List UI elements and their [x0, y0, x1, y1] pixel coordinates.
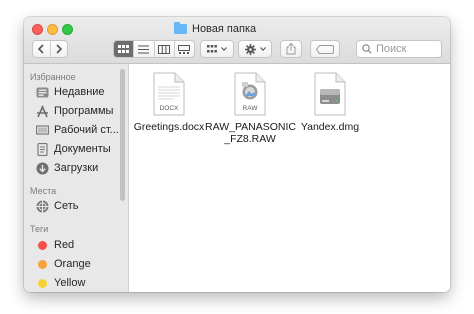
- sidebar-item-label: Документы: [54, 143, 111, 155]
- group-by-button[interactable]: [200, 40, 234, 58]
- group-grid-icon: [207, 44, 217, 52]
- documents-icon: [36, 142, 49, 156]
- finder-window: Новая папка Поиск Избранное Недавние Про…: [24, 17, 450, 292]
- sidebar-item-label: Загрузки: [54, 162, 99, 174]
- file-name: Yandex.dmg: [285, 121, 375, 133]
- network-icon: [36, 200, 49, 213]
- recent-icon: [36, 86, 49, 99]
- grid-icon: [118, 44, 130, 53]
- share-icon: [286, 43, 296, 55]
- sidebar-item-applications[interactable]: Программы: [36, 103, 113, 119]
- document-icon: DOCX: [153, 72, 185, 116]
- sidebar-tag-yellow[interactable]: Yellow: [36, 275, 85, 291]
- red-tag-dot: [38, 240, 47, 250]
- yellow-tag-dot: [38, 278, 47, 288]
- sidebar-item-downloads[interactable]: Загрузки: [36, 160, 98, 176]
- file-browser-content: DOCX Greetings.docx RAW RAW_PANASONIC _F…: [129, 64, 450, 292]
- sidebar-item-label: Недавние: [54, 86, 105, 98]
- window-title-group: Новая папка: [174, 20, 256, 38]
- close-window-button[interactable]: [32, 24, 43, 35]
- disk-image-icon: [314, 72, 346, 116]
- file-item[interactable]: Yandex.dmg: [285, 72, 375, 133]
- file-name-line2: _FZ8.RAW: [224, 133, 276, 145]
- sidebar-item-label: Red: [54, 239, 75, 251]
- sidebar-section-favorites: Избранное: [30, 72, 76, 82]
- zoom-window-button[interactable]: [62, 24, 73, 35]
- share-button[interactable]: [280, 40, 302, 58]
- chevron-left-icon: [38, 44, 44, 54]
- sidebar-item-label: Программы: [54, 105, 114, 117]
- columns-icon: [158, 44, 171, 54]
- minimize-window-button[interactable]: [47, 24, 58, 35]
- sidebar-item-documents[interactable]: Документы: [36, 141, 111, 157]
- gallery-icon: [178, 44, 191, 54]
- search-icon: [362, 44, 372, 54]
- orange-tag-dot: [38, 259, 47, 269]
- forward-button[interactable]: [51, 41, 68, 57]
- desktop-icon: [36, 124, 49, 137]
- sidebar-item-label: Orange: [54, 258, 91, 270]
- file-name: RAW_PANASONIC _FZ8.RAW: [205, 121, 297, 145]
- file-name-line1: RAW_PANASONIC: [205, 121, 297, 133]
- gear-icon: [244, 43, 256, 55]
- action-button[interactable]: [238, 40, 272, 58]
- search-field[interactable]: Поиск: [356, 40, 442, 58]
- chevron-down-icon: [221, 47, 227, 51]
- search-placeholder: Поиск: [376, 43, 407, 55]
- sidebar-item-recents[interactable]: Недавние: [36, 84, 105, 100]
- view-mode-control: [113, 40, 195, 58]
- sidebar-item-desktop[interactable]: Рабочий ст...: [36, 122, 119, 138]
- chevron-right-icon: [56, 44, 62, 54]
- sidebar-tag-red[interactable]: Red: [36, 237, 74, 253]
- file-type-badge: DOCX: [159, 105, 179, 112]
- applications-icon: [36, 105, 49, 118]
- file-name-line1: Yandex.dmg: [300, 121, 360, 133]
- edit-tags-button[interactable]: [310, 40, 340, 58]
- column-view-button[interactable]: [155, 41, 175, 57]
- list-view-button[interactable]: [134, 41, 155, 57]
- file-name-line1: Greetings.docx: [133, 121, 205, 133]
- file-item[interactable]: DOCX Greetings.docx: [124, 72, 214, 133]
- sidebar-item-network[interactable]: Сеть: [36, 198, 78, 214]
- sidebar-tag-orange[interactable]: Orange: [36, 256, 91, 272]
- tag-icon: [316, 44, 334, 54]
- sidebar-item-label: Yellow: [54, 277, 86, 289]
- sidebar: Избранное Недавние Программы Рабочий ст.…: [24, 64, 129, 292]
- back-button[interactable]: [33, 41, 51, 57]
- downloads-icon: [36, 162, 49, 175]
- sidebar-section-tags: Теги: [30, 224, 49, 234]
- file-type-badge: RAW: [242, 105, 258, 112]
- window-title: Новая папка: [192, 23, 257, 35]
- back-forward-control: [32, 40, 68, 58]
- gallery-view-button[interactable]: [175, 41, 194, 57]
- titlebar: Новая папка Поиск: [24, 17, 450, 64]
- chevron-down-icon: [259, 47, 266, 51]
- list-icon: [138, 45, 150, 53]
- folder-icon: [174, 22, 187, 34]
- file-item[interactable]: RAW RAW_PANASONIC _FZ8.RAW: [205, 72, 297, 145]
- sidebar-item-label: Рабочий ст...: [54, 124, 119, 136]
- raw-image-icon: RAW: [234, 72, 266, 116]
- icon-view-button[interactable]: [114, 41, 135, 57]
- sidebar-item-label: Сеть: [54, 200, 79, 212]
- sidebar-section-places: Места: [30, 186, 57, 196]
- file-name: Greetings.docx: [124, 121, 214, 133]
